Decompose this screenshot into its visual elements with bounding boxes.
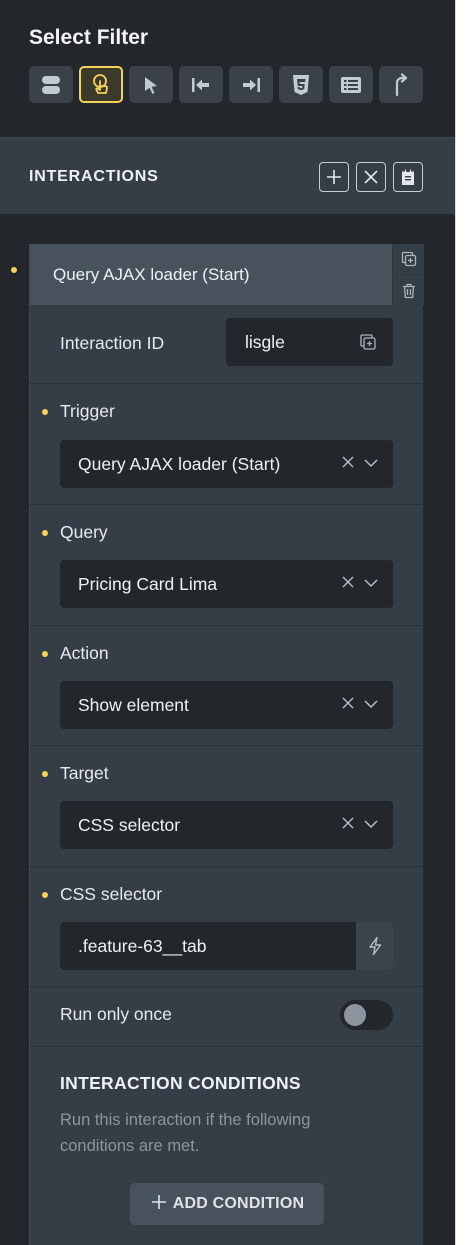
filter-icon-row [29, 66, 423, 103]
chevron-down-icon[interactable] [363, 697, 379, 715]
select-filter-title: Select Filter [29, 26, 149, 49]
active-interaction-marker [11, 267, 17, 273]
run-once-label: Run only once [60, 1004, 172, 1024]
cursor-arrow-icon[interactable] [129, 66, 173, 103]
query-select[interactable]: Pricing Card Lima [60, 560, 393, 608]
share-arrow-icon[interactable] [379, 66, 423, 103]
interaction-header-label: Query AJAX loader (Start) [53, 265, 250, 284]
interaction-conditions: INTERACTION CONDITIONS Run this interact… [30, 1047, 424, 1245]
css-selector-input[interactable]: .feature-63__tab [60, 922, 393, 970]
duplicate-icon[interactable] [393, 244, 425, 275]
interaction-header-actions [392, 244, 425, 306]
required-dot [42, 409, 48, 415]
interaction-id-field[interactable]: lisgle [226, 318, 393, 366]
target-row: Target CSS selector [30, 746, 424, 867]
run-once-toggle[interactable] [340, 1000, 393, 1030]
css3-icon[interactable] [279, 66, 323, 103]
lightning-icon[interactable] [356, 922, 393, 970]
chevron-down-icon[interactable] [363, 576, 379, 594]
arrow-to-left-icon[interactable] [179, 66, 223, 103]
trash-icon[interactable] [393, 275, 425, 306]
trigger-value: Query AJAX loader (Start) [78, 454, 281, 474]
interaction-header[interactable]: Query AJAX loader (Start) [30, 244, 392, 306]
interaction-id-row: Interaction ID lisgle [30, 306, 424, 384]
plus-icon[interactable] [319, 162, 349, 192]
left-gutter [0, 214, 29, 1245]
run-once-row: Run only once [30, 987, 424, 1047]
interactions-header-bar: INTERACTIONS [0, 137, 455, 214]
interaction-card: Query AJAX loader (Start) Interaction ID… [29, 244, 425, 1245]
css-selector-label: CSS selector [60, 884, 163, 904]
trigger-label: Trigger [60, 401, 115, 421]
trigger-row: Trigger Query AJAX loader (Start) [30, 384, 424, 505]
conditions-description: Run this interaction if the following co… [60, 1111, 311, 1155]
required-dot [42, 651, 48, 657]
arrow-to-right-icon[interactable] [229, 66, 273, 103]
add-condition-button[interactable]: ADD CONDITION [130, 1183, 324, 1225]
conditions-title: INTERACTION CONDITIONS [60, 1073, 301, 1093]
css-selector-row: CSS selector .feature-63__tab [30, 867, 424, 987]
action-select[interactable]: Show element [60, 681, 393, 729]
clear-icon[interactable] [341, 575, 355, 594]
add-condition-label: ADD CONDITION [172, 1195, 305, 1212]
query-value: Pricing Card Lima [78, 574, 218, 594]
target-label: Target [60, 763, 109, 783]
close-icon[interactable] [356, 162, 386, 192]
target-select[interactable]: CSS selector [60, 801, 393, 849]
required-dot [42, 892, 48, 898]
interaction-id-label: Interaction ID [60, 333, 165, 353]
query-row: Query Pricing Card Lima [30, 505, 424, 626]
target-value: CSS selector [78, 815, 181, 835]
action-value: Show element [78, 695, 189, 715]
chevron-down-icon[interactable] [363, 456, 379, 474]
list-icon[interactable] [329, 66, 373, 103]
css-selector-value: .feature-63__tab [78, 936, 207, 956]
toggle-knob [344, 1004, 366, 1026]
plus-icon [150, 1193, 168, 1216]
clipboard-icon[interactable] [393, 162, 423, 192]
clear-icon[interactable] [341, 696, 355, 715]
layers-icon[interactable] [29, 66, 73, 103]
action-label: Action [60, 643, 109, 663]
interaction-id-value: lisgle [245, 332, 285, 352]
query-label: Query [60, 522, 108, 542]
required-dot [42, 530, 48, 536]
chevron-down-icon[interactable] [363, 817, 379, 835]
clear-icon[interactable] [341, 816, 355, 835]
clear-icon[interactable] [341, 455, 355, 474]
right-edge-strip [455, 0, 474, 1245]
interactions-title: INTERACTIONS [29, 168, 159, 185]
copy-icon[interactable] [359, 333, 377, 356]
pointer-hand-icon[interactable] [79, 66, 123, 103]
trigger-select[interactable]: Query AJAX loader (Start) [60, 440, 393, 488]
select-filter-section: Select Filter [0, 0, 455, 137]
required-dot [42, 771, 48, 777]
action-row: Action Show element [30, 626, 424, 746]
